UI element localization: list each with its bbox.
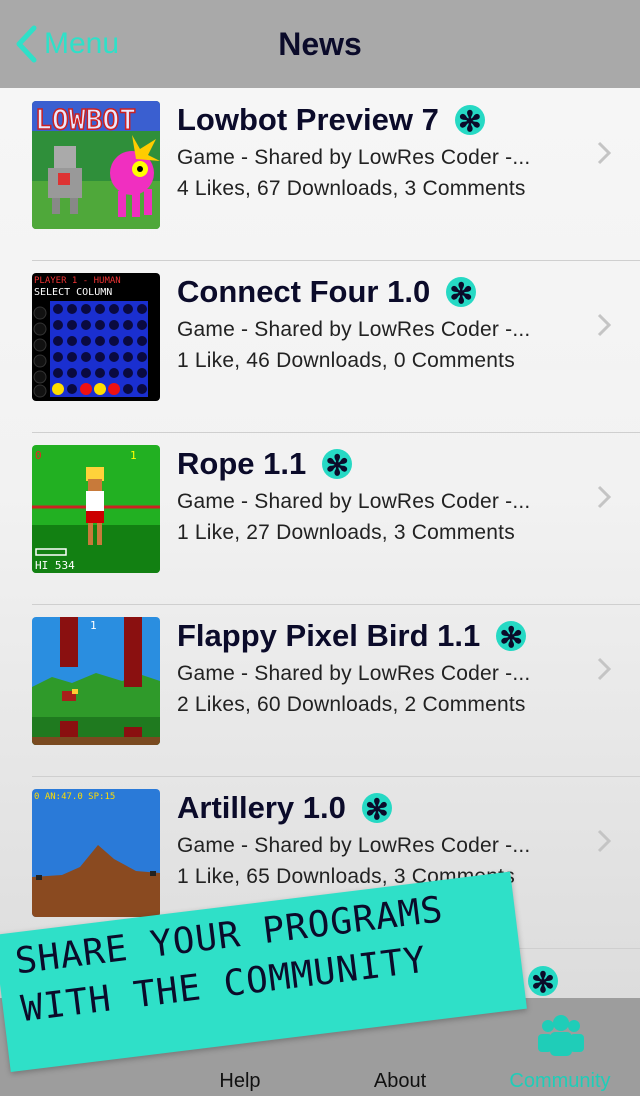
thumbnail-text-select: SELECT COLUMN — [34, 287, 112, 298]
item-stats: 2 Likes, 60 Downloads, 2 Comments — [177, 693, 526, 716]
thumbnail-hud: 0 AN:47.0 SP:15 — [34, 792, 115, 802]
chevron-right-icon — [597, 313, 612, 337]
list-item[interactable]: 1 Flappy Pixel Bird 1.1 ✻ Game - Shared … — [32, 604, 640, 777]
chevron-right-icon — [597, 485, 612, 509]
item-stats: 4 Likes, 67 Downloads, 3 Comments — [177, 177, 526, 200]
chevron-right-icon — [597, 657, 612, 681]
item-title: Flappy Pixel Bird 1.1 — [177, 618, 481, 653]
chevron-right-icon — [597, 141, 612, 165]
featured-star-icon: ✻ — [496, 621, 527, 653]
featured-star-icon: ✻ — [454, 105, 485, 137]
chevron-right-icon — [597, 829, 612, 853]
item-subtitle: Game - Shared by LowRes Coder -... — [177, 490, 531, 513]
thumbnail-score-right: 1 — [130, 449, 137, 462]
thumbnail-score-left: 0 — [35, 449, 42, 462]
navigation-bar: Menu News — [0, 0, 640, 88]
thumbnail-hiscore: HI 534 — [35, 559, 75, 572]
featured-star-icon: ✻ — [528, 966, 558, 998]
item-subtitle: Game - Shared by LowRes Coder -... — [177, 834, 531, 857]
item-title: Lowbot Preview 7 — [177, 102, 439, 137]
item-title: Rope 1.1 — [177, 446, 307, 481]
tab-help-label: Help — [219, 1070, 261, 1092]
featured-star-icon: ✻ — [361, 793, 392, 825]
item-title: Artillery 1.0 — [177, 790, 346, 825]
item-subtitle: Game - Shared by LowRes Coder -... — [177, 318, 531, 341]
list-item[interactable]: LOWBOT Lowbot Preview 7 ✻ Game - Shared … — [32, 88, 640, 261]
featured-star-icon: ✻ — [322, 449, 353, 481]
thumbnail-text-player: PLAYER 1 - HUMAN — [34, 276, 121, 286]
thumbnail-score: 1 — [90, 619, 97, 632]
page-title: News — [278, 26, 362, 62]
tab-community[interactable]: Community — [480, 998, 640, 1096]
list-item[interactable]: 0 1 HI 534 Rope 1.1 ✻ Game - Shared by L… — [32, 432, 640, 605]
tab-about-label: About — [373, 1070, 427, 1092]
featured-star-icon: ✻ — [446, 277, 477, 309]
item-subtitle: Game - Shared by LowRes Coder -... — [177, 146, 531, 169]
program-thumbnail: LOWBOT — [32, 101, 160, 229]
program-thumbnail: 0 1 HI 534 — [32, 445, 160, 573]
item-subtitle: Game - Shared by LowRes Coder -... — [177, 662, 531, 685]
thumbnail-logo-text: LOWBOT — [35, 103, 136, 136]
item-title: Connect Four 1.0 — [177, 274, 431, 309]
program-thumbnail: 0 AN:47.0 SP:15 — [32, 789, 160, 917]
program-thumbnail: 1 — [32, 617, 160, 745]
program-thumbnail: PLAYER 1 - HUMAN SELECT COLUMN — [32, 273, 160, 401]
community-icon — [538, 1015, 584, 1056]
item-stats: 1 Like, 46 Downloads, 0 Comments — [177, 349, 515, 372]
tab-community-label: Community — [509, 1070, 611, 1092]
item-stats: 1 Like, 27 Downloads, 3 Comments — [177, 521, 515, 544]
list-item[interactable]: PLAYER 1 - HUMAN SELECT COLUMN Connect F… — [32, 260, 640, 433]
